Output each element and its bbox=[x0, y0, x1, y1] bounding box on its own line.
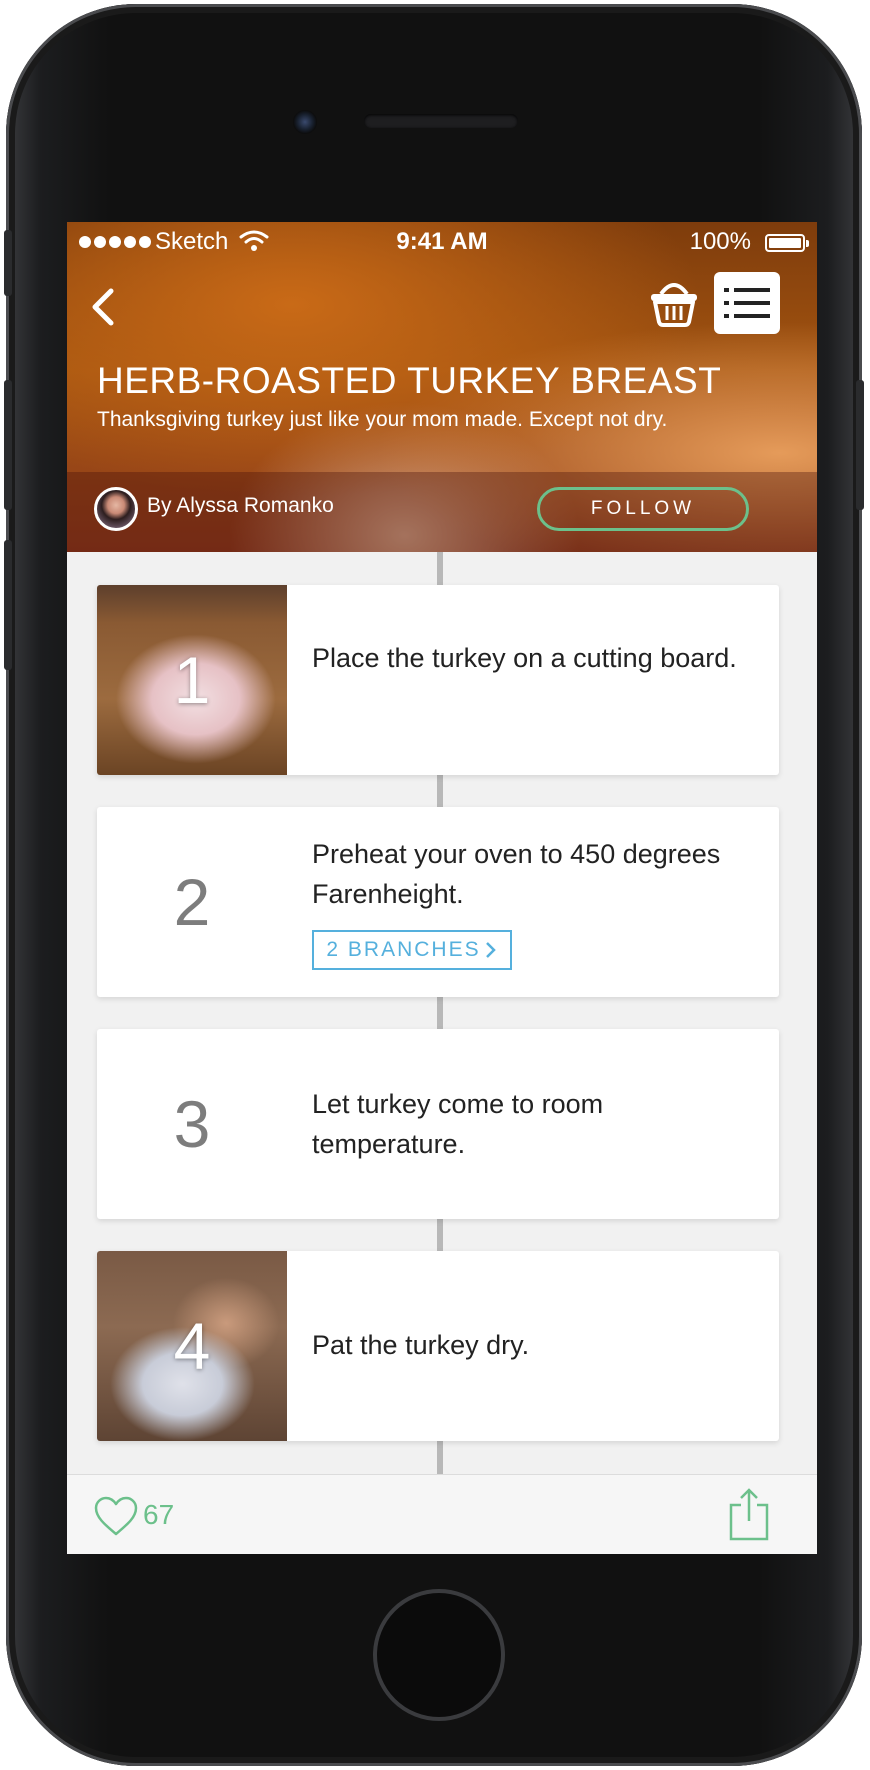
step-text: Place the turkey on a cutting board. bbox=[312, 643, 737, 673]
phone-frame: Sketch 9:41 AM 100% HERB-ROASTED TURKEY … bbox=[4, 4, 864, 1766]
recipe-subtitle: Thanksgiving turkey just like your mom m… bbox=[97, 408, 668, 431]
mute-switch bbox=[4, 230, 12, 296]
heart-icon bbox=[94, 1496, 138, 1536]
step-number: 1 bbox=[173, 643, 211, 717]
author-bar: By Alyssa Romanko FOLLOW bbox=[67, 472, 817, 552]
author-avatar[interactable] bbox=[94, 487, 138, 531]
follow-button[interactable]: FOLLOW bbox=[537, 487, 749, 531]
volume-down-button bbox=[4, 540, 12, 670]
power-button bbox=[856, 380, 864, 510]
step-number: 2 bbox=[173, 865, 211, 939]
battery-icon bbox=[765, 234, 809, 252]
earpiece-speaker bbox=[364, 114, 518, 128]
recipe-header: Sketch 9:41 AM 100% HERB-ROASTED TURKEY … bbox=[67, 222, 817, 552]
step-card-1[interactable]: 1 Place the turkey on a cutting board. bbox=[97, 585, 779, 775]
step-card-2[interactable]: 2 Preheat your oven to 450 degrees Faren… bbox=[97, 807, 779, 997]
share-button[interactable] bbox=[727, 1487, 771, 1543]
author-name[interactable]: By Alyssa Romanko bbox=[147, 494, 334, 518]
status-bar: Sketch 9:41 AM 100% bbox=[67, 222, 817, 262]
step-number: 4 bbox=[173, 1309, 211, 1383]
steps-list: 1 Place the turkey on a cutting board. 2… bbox=[67, 552, 817, 1474]
branches-button[interactable]: 2 BRANCHES bbox=[312, 930, 512, 970]
like-button[interactable]: 67 bbox=[93, 1495, 213, 1539]
step-text: Pat the turkey dry. bbox=[312, 1330, 530, 1360]
step-number: 3 bbox=[173, 1087, 211, 1161]
chevron-right-icon bbox=[485, 942, 496, 958]
step-card-4[interactable]: 4 Pat the turkey dry. bbox=[97, 1251, 779, 1441]
bottom-toolbar: 67 bbox=[67, 1474, 817, 1554]
home-button[interactable] bbox=[373, 1589, 505, 1721]
basket-icon bbox=[651, 283, 697, 327]
step-number-panel: 2 bbox=[97, 807, 287, 997]
step-number-panel: 3 bbox=[97, 1029, 287, 1219]
chevron-left-icon bbox=[92, 288, 114, 326]
step-text: Preheat your oven to 450 degrees Farenhe… bbox=[312, 839, 721, 909]
back-button[interactable] bbox=[81, 277, 131, 337]
step-photo: 1 bbox=[97, 585, 287, 775]
volume-up-button bbox=[4, 380, 12, 510]
front-camera bbox=[293, 110, 317, 134]
battery-percentage: 100% bbox=[689, 228, 751, 255]
steps-list-button[interactable] bbox=[714, 272, 780, 334]
step-photo: 4 bbox=[97, 1251, 287, 1441]
step-card-3[interactable]: 3 Let turkey come to room temperature. bbox=[97, 1029, 779, 1219]
like-count: 67 bbox=[143, 1499, 175, 1530]
app-screen: Sketch 9:41 AM 100% HERB-ROASTED TURKEY … bbox=[67, 222, 817, 1554]
step-text: Let turkey come to room temperature. bbox=[312, 1089, 604, 1159]
shopping-basket-button[interactable] bbox=[647, 274, 701, 330]
list-icon bbox=[724, 288, 770, 318]
branches-label: 2 BRANCHES bbox=[326, 938, 481, 961]
recipe-title: HERB-ROASTED TURKEY BREAST bbox=[97, 360, 722, 401]
share-icon bbox=[729, 1488, 769, 1541]
